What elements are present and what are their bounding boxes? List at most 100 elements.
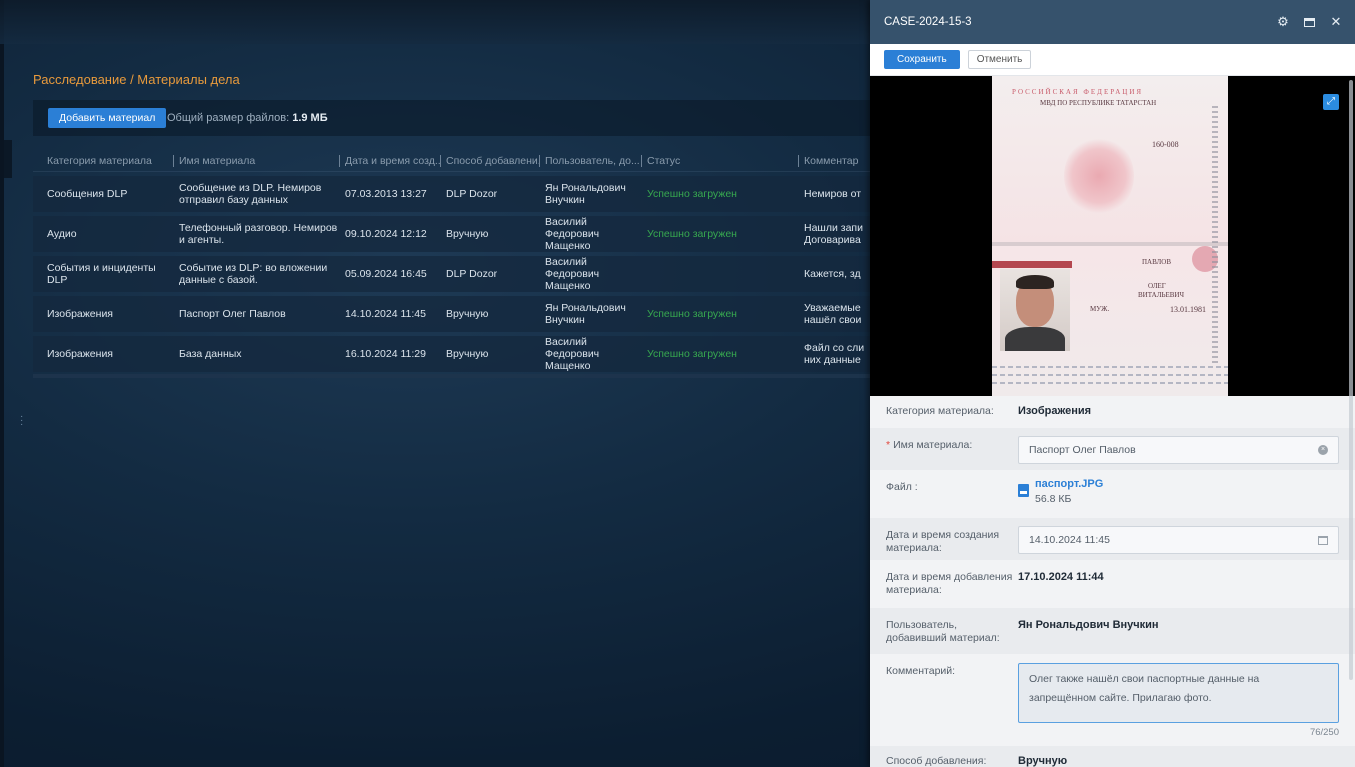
cell-name: Телефонный разговор. Немиров и агенты. <box>179 222 338 246</box>
cell-category: Сообщения DLP <box>47 188 128 200</box>
total-size-value: 1.9 МБ <box>292 112 328 124</box>
comment-counter: 76/250 <box>1309 727 1339 738</box>
material-name-input[interactable]: Паспорт Олег Павлов × <box>1018 436 1339 464</box>
column-header-status[interactable]: Статус <box>641 150 798 171</box>
cell-user: Василий Федорович Мащенко <box>545 336 600 372</box>
cell-comment: Немиров от <box>804 188 862 200</box>
panel-scrollbar[interactable] <box>1349 80 1353 680</box>
cell-user: Василий Федорович Мащенко <box>545 256 600 292</box>
left-edge <box>0 0 4 767</box>
table-row[interactable]: Изображения База данных 16.10.2024 11:29… <box>33 336 873 372</box>
cell-date: 16.10.2024 11:29 <box>345 348 426 360</box>
total-size-label: Общий размер файлов: <box>167 112 290 124</box>
left-handle <box>4 140 12 178</box>
window-icon[interactable] <box>1304 17 1315 27</box>
table-header: Категория материала Имя материала Дата и… <box>33 150 873 172</box>
panel-actions: Сохранить Отменить <box>870 44 1355 76</box>
total-size: Общий размер файлов: 1.9 МБ <box>167 112 328 124</box>
passport-sex: МУЖ. <box>1090 305 1110 313</box>
field-user: Пользователь, добавивший материал: Ян Ро… <box>870 608 1355 654</box>
table-row[interactable]: Изображения Паспорт Олег Павлов 14.10.20… <box>33 296 873 332</box>
cell-user: Ян Рональдович Внучкин <box>545 182 626 206</box>
cell-method: Вручную <box>446 228 489 240</box>
column-header-comment[interactable]: Комментар <box>798 150 873 171</box>
panel-title: CASE-2024-15-3 <box>884 16 972 28</box>
save-button[interactable]: Сохранить <box>884 50 960 69</box>
comment-textarea[interactable]: Олег также нашёл свои паспортные данные … <box>1018 663 1339 723</box>
cell-name: Сообщение из DLP. Немиров отправил базу … <box>179 182 322 206</box>
cell-date: 05.09.2024 16:45 <box>345 268 427 280</box>
file-label: Файл : <box>886 481 918 493</box>
field-file: Файл : паспорт.JPG 56.8 КБ <box>870 470 1355 518</box>
passport-banner <box>992 261 1072 268</box>
cell-status: Успешно загружен <box>647 228 737 240</box>
column-header-method[interactable]: Способ добавлени... <box>440 150 539 171</box>
field-name: * Имя материала: Паспорт Олег Павлов × <box>870 428 1355 470</box>
cancel-button[interactable]: Отменить <box>967 50 1032 69</box>
passport-image: РОССИЙСКАЯ ФЕДЕРАЦИЯ МВД ПО РЕСПУБЛИКЕ Т… <box>992 76 1228 396</box>
field-created: Дата и время создания материала: 14.10.2… <box>870 518 1355 560</box>
cell-category: Изображения <box>47 308 113 320</box>
column-header-category[interactable]: Категория материала <box>33 150 173 171</box>
column-header-date[interactable]: Дата и время созд... <box>339 150 440 171</box>
file-attachment: паспорт.JPG 56.8 КБ <box>1018 470 1339 518</box>
comment-wrap: Олег также нашёл свои паспортные данные … <box>1018 663 1339 746</box>
passport-given-name: ОЛЕГ <box>1148 282 1166 290</box>
cell-status: Успешно загружен <box>647 188 737 200</box>
cell-user: Ян Рональдович Внучкин <box>545 302 626 326</box>
image-file-icon <box>1018 484 1029 497</box>
created-label: Дата и время создания материала: <box>886 529 1000 554</box>
table-row[interactable]: События и инциденты DLP Событие из DLP: … <box>33 256 873 292</box>
cell-status: Успешно загружен <box>647 308 737 320</box>
comment-label: Комментарий: <box>886 665 956 677</box>
drag-dots-icon[interactable]: · · · <box>20 412 23 430</box>
table-scrollbar[interactable] <box>33 374 873 378</box>
file-name-link[interactable]: паспорт.JPG <box>1035 478 1103 490</box>
created-date-input[interactable]: 14.10.2024 11:45 <box>1018 526 1339 554</box>
calendar-icon[interactable] <box>1318 535 1328 545</box>
passport-code: 160-008 <box>1152 140 1179 149</box>
passport-birth-date: 13.01.1981 <box>1170 305 1206 314</box>
passport-mrz-line <box>992 366 1228 368</box>
field-added: Дата и время добавления материала: 17.10… <box>870 560 1355 608</box>
cell-date: 09.10.2024 12:12 <box>345 228 427 240</box>
material-form: Категория материала: Изображения * Имя ма… <box>870 396 1355 767</box>
passport-surname: ПАВЛОВ <box>1142 258 1171 266</box>
cell-date: 07.03.2013 13:27 <box>345 188 427 200</box>
user-value: Ян Рональдович Внучкин <box>1018 619 1159 631</box>
photo-hair <box>1016 275 1054 289</box>
cell-comment: Уважаемые нашёл свои <box>804 302 862 326</box>
cell-category: Изображения <box>47 348 113 360</box>
cell-category: Аудио <box>47 228 77 240</box>
cell-name: Паспорт Олег Павлов <box>179 308 286 320</box>
passport-edge <box>1212 106 1218 366</box>
expand-icon[interactable]: ⤢ <box>1323 94 1339 110</box>
cell-name: Событие из DLP: во вложении данные с баз… <box>179 262 328 286</box>
added-label: Дата и время добавления материала: <box>886 571 1013 596</box>
materials-table: Категория материала Имя материала Дата и… <box>33 150 873 378</box>
cell-method: Вручную <box>446 348 489 360</box>
passport-issuer: МВД ПО РЕСПУБЛИКЕ ТАТАРСТАН <box>1040 99 1157 107</box>
cell-status: Успешно загружен <box>647 348 737 360</box>
field-comment: Комментарий: Олег также нашёл свои паспо… <box>870 654 1355 746</box>
cell-method: DLP Dozor <box>446 188 498 200</box>
cell-comment: Нашли запи Договарива <box>804 222 863 246</box>
gear-icon[interactable]: ⚙ <box>1276 14 1290 30</box>
photo-shirt <box>1005 327 1065 351</box>
clear-icon[interactable]: × <box>1318 445 1328 455</box>
column-header-name[interactable]: Имя материала <box>173 150 339 171</box>
cell-method: DLP Dozor <box>446 268 498 280</box>
close-icon[interactable]: ✕ <box>1329 14 1343 30</box>
method-value: Вручную <box>1018 755 1068 767</box>
material-detail-panel: CASE-2024-15-3 ⚙ ✕ Сохранить Отменить РО… <box>870 0 1355 767</box>
column-header-user[interactable]: Пользователь, до... <box>539 150 641 171</box>
required-marker: * <box>886 439 891 451</box>
created-date-value: 14.10.2024 11:45 <box>1029 534 1110 546</box>
passport-photo <box>1000 269 1070 351</box>
file-size: 56.8 КБ <box>1035 493 1072 505</box>
add-material-button[interactable]: Добавить материал <box>48 108 167 128</box>
category-label: Категория материала: <box>886 405 994 417</box>
passport-issuer-country: РОССИЙСКАЯ ФЕДЕРАЦИЯ <box>1012 88 1144 96</box>
table-row[interactable]: Сообщения DLP Сообщение из DLP. Немиров … <box>33 176 873 212</box>
table-row[interactable]: Аудио Телефонный разговор. Немиров и аге… <box>33 216 873 252</box>
